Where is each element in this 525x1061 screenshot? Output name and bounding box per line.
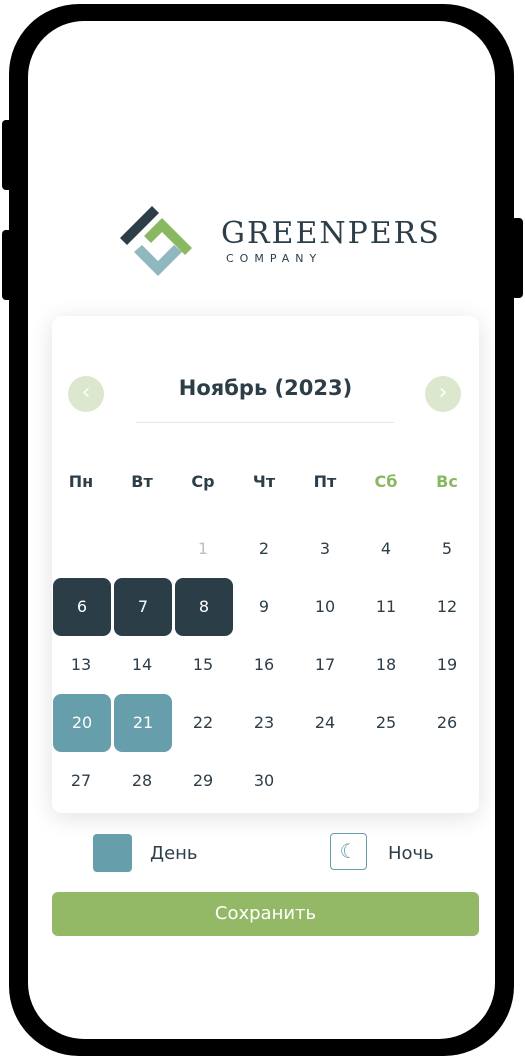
- day-shift-label: День: [150, 843, 198, 864]
- month-title: Ноябрь (2023): [178, 376, 353, 400]
- day-cell[interactable]: 29: [174, 752, 232, 810]
- day-cell[interactable]: 24: [296, 694, 354, 752]
- weekday-tue: Вт: [131, 472, 153, 491]
- day-cell[interactable]: 19: [418, 636, 476, 694]
- day-cell[interactable]: 10: [296, 578, 354, 636]
- weekday-thu: Чт: [252, 472, 276, 491]
- day-cell[interactable]: 2: [235, 520, 293, 578]
- day-cell-selected-shift[interactable]: 20: [53, 694, 111, 752]
- day-cell[interactable]: 14: [113, 636, 171, 694]
- company-logo: GREENPERS COMPANY: [118, 202, 439, 282]
- weekday-sun: Вс: [436, 472, 458, 491]
- volume-up-button: [2, 120, 14, 190]
- day-cell[interactable]: 13: [52, 636, 110, 694]
- day-cell[interactable]: 22: [174, 694, 232, 752]
- brand-name: GREENPERS: [221, 216, 441, 251]
- day-cell[interactable]: 17: [296, 636, 354, 694]
- day-cell-selected-day[interactable]: 8: [175, 578, 233, 636]
- day-cell-selected-shift[interactable]: 21: [114, 694, 172, 752]
- calendar: ‹ Ноябрь (2023) › Пн Вт Ср Чт Пт Сб Вс 1…: [52, 316, 479, 813]
- day-cell[interactable]: 30: [235, 752, 293, 810]
- day-cell-selected-day[interactable]: 7: [114, 578, 172, 636]
- day-cell[interactable]: 23: [235, 694, 293, 752]
- day-cell[interactable]: 25: [357, 694, 415, 752]
- brand-subtitle: COMPANY: [226, 252, 323, 265]
- day-cell-selected-day[interactable]: 6: [53, 578, 111, 636]
- weekday-mon: Пн: [68, 472, 94, 491]
- weekday-sat: Сб: [374, 472, 398, 491]
- save-button[interactable]: Сохранить: [52, 892, 479, 936]
- day-shift-swatch[interactable]: [93, 834, 132, 872]
- day-cell[interactable]: 16: [235, 636, 293, 694]
- day-cell[interactable]: 26: [418, 694, 476, 752]
- day-cell[interactable]: 12: [418, 578, 476, 636]
- night-shift-label: Ночь: [388, 843, 434, 864]
- day-cell[interactable]: 27: [52, 752, 110, 810]
- volume-down-button: [2, 230, 14, 300]
- day-cell[interactable]: 28: [113, 752, 171, 810]
- weekday-fri: Пт: [313, 472, 337, 491]
- next-month-button[interactable]: ›: [425, 376, 461, 412]
- day-cell[interactable]: 5: [418, 520, 476, 578]
- moon-icon: ☾: [339, 839, 358, 863]
- power-button: [511, 218, 523, 298]
- day-cell[interactable]: 1: [174, 520, 232, 578]
- day-cell[interactable]: 4: [357, 520, 415, 578]
- day-cell[interactable]: 11: [357, 578, 415, 636]
- logo-mark-icon: [120, 206, 192, 276]
- day-cell[interactable]: 15: [174, 636, 232, 694]
- night-shift-swatch[interactable]: ☾: [330, 833, 367, 870]
- chevron-right-icon: ›: [438, 380, 448, 405]
- title-divider: [136, 422, 394, 423]
- weekday-wed: Ср: [191, 472, 215, 491]
- day-cell[interactable]: 18: [357, 636, 415, 694]
- day-cell[interactable]: 9: [235, 578, 293, 636]
- day-cell[interactable]: 3: [296, 520, 354, 578]
